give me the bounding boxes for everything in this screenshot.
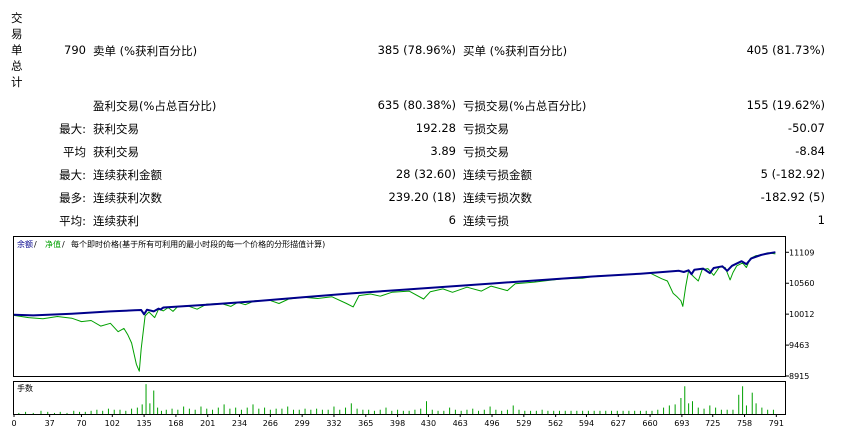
- y-tick-label: 8915: [789, 372, 809, 381]
- x-tick-label: 332: [326, 419, 341, 428]
- x-tick-label: 562: [548, 419, 563, 428]
- main-plot-area: [13, 236, 786, 377]
- x-tick-label: 135: [136, 419, 151, 428]
- x-tick-label: 168: [168, 419, 183, 428]
- y-tick-label: 9463: [789, 341, 809, 350]
- legend-sep2: /: [62, 240, 65, 249]
- x-tick-label: 758: [737, 419, 752, 428]
- x-tick-label: 365: [358, 419, 373, 428]
- x-tick-label: 496: [484, 419, 499, 428]
- x-tick-label: 529: [516, 419, 531, 428]
- legend-sep1: /: [34, 240, 37, 249]
- x-tick-label: 37: [45, 419, 55, 428]
- x-tick-label: 430: [421, 419, 436, 428]
- x-tick-label: 102: [105, 419, 120, 428]
- x-tick-label: 725: [705, 419, 720, 428]
- legend-balance: 余额: [17, 239, 33, 249]
- legend-note: 每个即时价格(基于所有可利用的最小时段的每一个价格的分形描值计算): [71, 239, 325, 249]
- x-tick-label: 627: [611, 419, 626, 428]
- x-tick-label: 234: [232, 419, 247, 428]
- volume-title: 手数: [17, 383, 33, 393]
- x-tick-label: 660: [642, 419, 657, 428]
- balance-equity-chart: 余额 / 净值 / 每个即时价格(基于所有可利用的最小时段的每一个价格的分形描值…: [11, 236, 814, 428]
- x-tick-label: 693: [674, 419, 689, 428]
- x-tick-label: 201: [200, 419, 215, 428]
- y-tick-label: 10560: [789, 279, 814, 288]
- x-tick-label: 594: [579, 419, 594, 428]
- x-tick-label: 791: [769, 419, 784, 428]
- y-tick-label: 10012: [789, 310, 814, 319]
- x-tick-label: 398: [390, 419, 405, 428]
- x-tick-label: 463: [453, 419, 468, 428]
- legend-equity: 净值: [45, 239, 61, 249]
- x-tick-label: 299: [295, 419, 310, 428]
- y-tick-label: 11109: [789, 248, 814, 257]
- x-tick-label: 266: [263, 419, 278, 428]
- x-tick-label: 70: [76, 419, 86, 428]
- x-tick-label: 0: [11, 419, 16, 428]
